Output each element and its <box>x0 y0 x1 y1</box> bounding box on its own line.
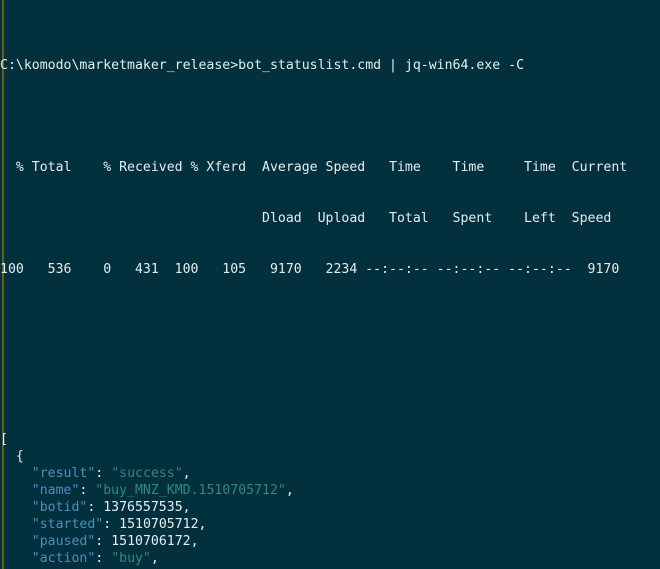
json-key: "result" <box>31 466 96 481</box>
curl-progress-block: % Total % Received % Xferd Average Speed… <box>0 125 627 312</box>
json-string-value: "buy_MNZ_KMD.1510705712" <box>95 483 286 498</box>
json-punctuation: , <box>190 534 199 549</box>
json-number-value: 1510705712 <box>119 517 199 532</box>
curl-header-row-1: % Total % Received % Xferd Average Speed… <box>0 160 628 175</box>
json-number-value: 1510706172 <box>111 534 191 549</box>
json-punctuation: [ <box>0 432 8 447</box>
json-punctuation: { <box>15 449 24 464</box>
json-output-block: [ { "result": "success", "name": "buy_MN… <box>0 431 627 569</box>
json-punctuation: : <box>79 483 96 498</box>
json-line: "name": "buy_MNZ_KMD.1510705712", <box>0 482 627 499</box>
json-punctuation: : <box>87 500 104 515</box>
json-line: "action": "buy", <box>0 550 627 567</box>
json-punctuation: : <box>95 551 112 566</box>
json-line: "paused": 1510706172, <box>0 533 627 550</box>
json-line: { <box>0 448 627 465</box>
json-line: "started": 1510705712, <box>0 516 627 533</box>
json-punctuation: : <box>95 534 112 549</box>
json-punctuation: : <box>103 517 120 532</box>
blank-spacer-line <box>0 363 627 380</box>
json-punctuation: , <box>285 483 294 498</box>
json-number-value: 1376557535 <box>103 500 183 515</box>
json-key: "started" <box>31 517 104 532</box>
curl-data-row: 100 536 0 431 100 105 9170 2234 --:--:--… <box>0 262 620 277</box>
json-string-value: "buy" <box>111 551 151 566</box>
json-punctuation: , <box>182 500 191 515</box>
command-prompt-line: C:\komodo\marketmaker_release>bot_status… <box>0 58 525 73</box>
json-punctuation: , <box>182 466 191 481</box>
terminal-content: C:\komodo\marketmaker_release>bot_status… <box>0 6 627 569</box>
json-line: [ <box>0 431 627 448</box>
json-string-value: "success" <box>111 466 183 481</box>
json-key: "name" <box>31 483 80 498</box>
json-key: "action" <box>31 551 96 566</box>
json-punctuation: : <box>95 466 112 481</box>
json-key: "botid" <box>31 500 88 515</box>
json-key: "paused" <box>31 534 96 549</box>
json-punctuation: , <box>198 517 207 532</box>
json-line: "result": "success", <box>0 465 627 482</box>
curl-header-row-2: Dload Upload Total Spent Left Speed <box>0 211 612 226</box>
json-line: "botid": 1376557535, <box>0 499 627 516</box>
json-punctuation: , <box>150 551 159 566</box>
terminal-window[interactable]: C:\komodo\marketmaker_release>bot_status… <box>0 0 660 569</box>
